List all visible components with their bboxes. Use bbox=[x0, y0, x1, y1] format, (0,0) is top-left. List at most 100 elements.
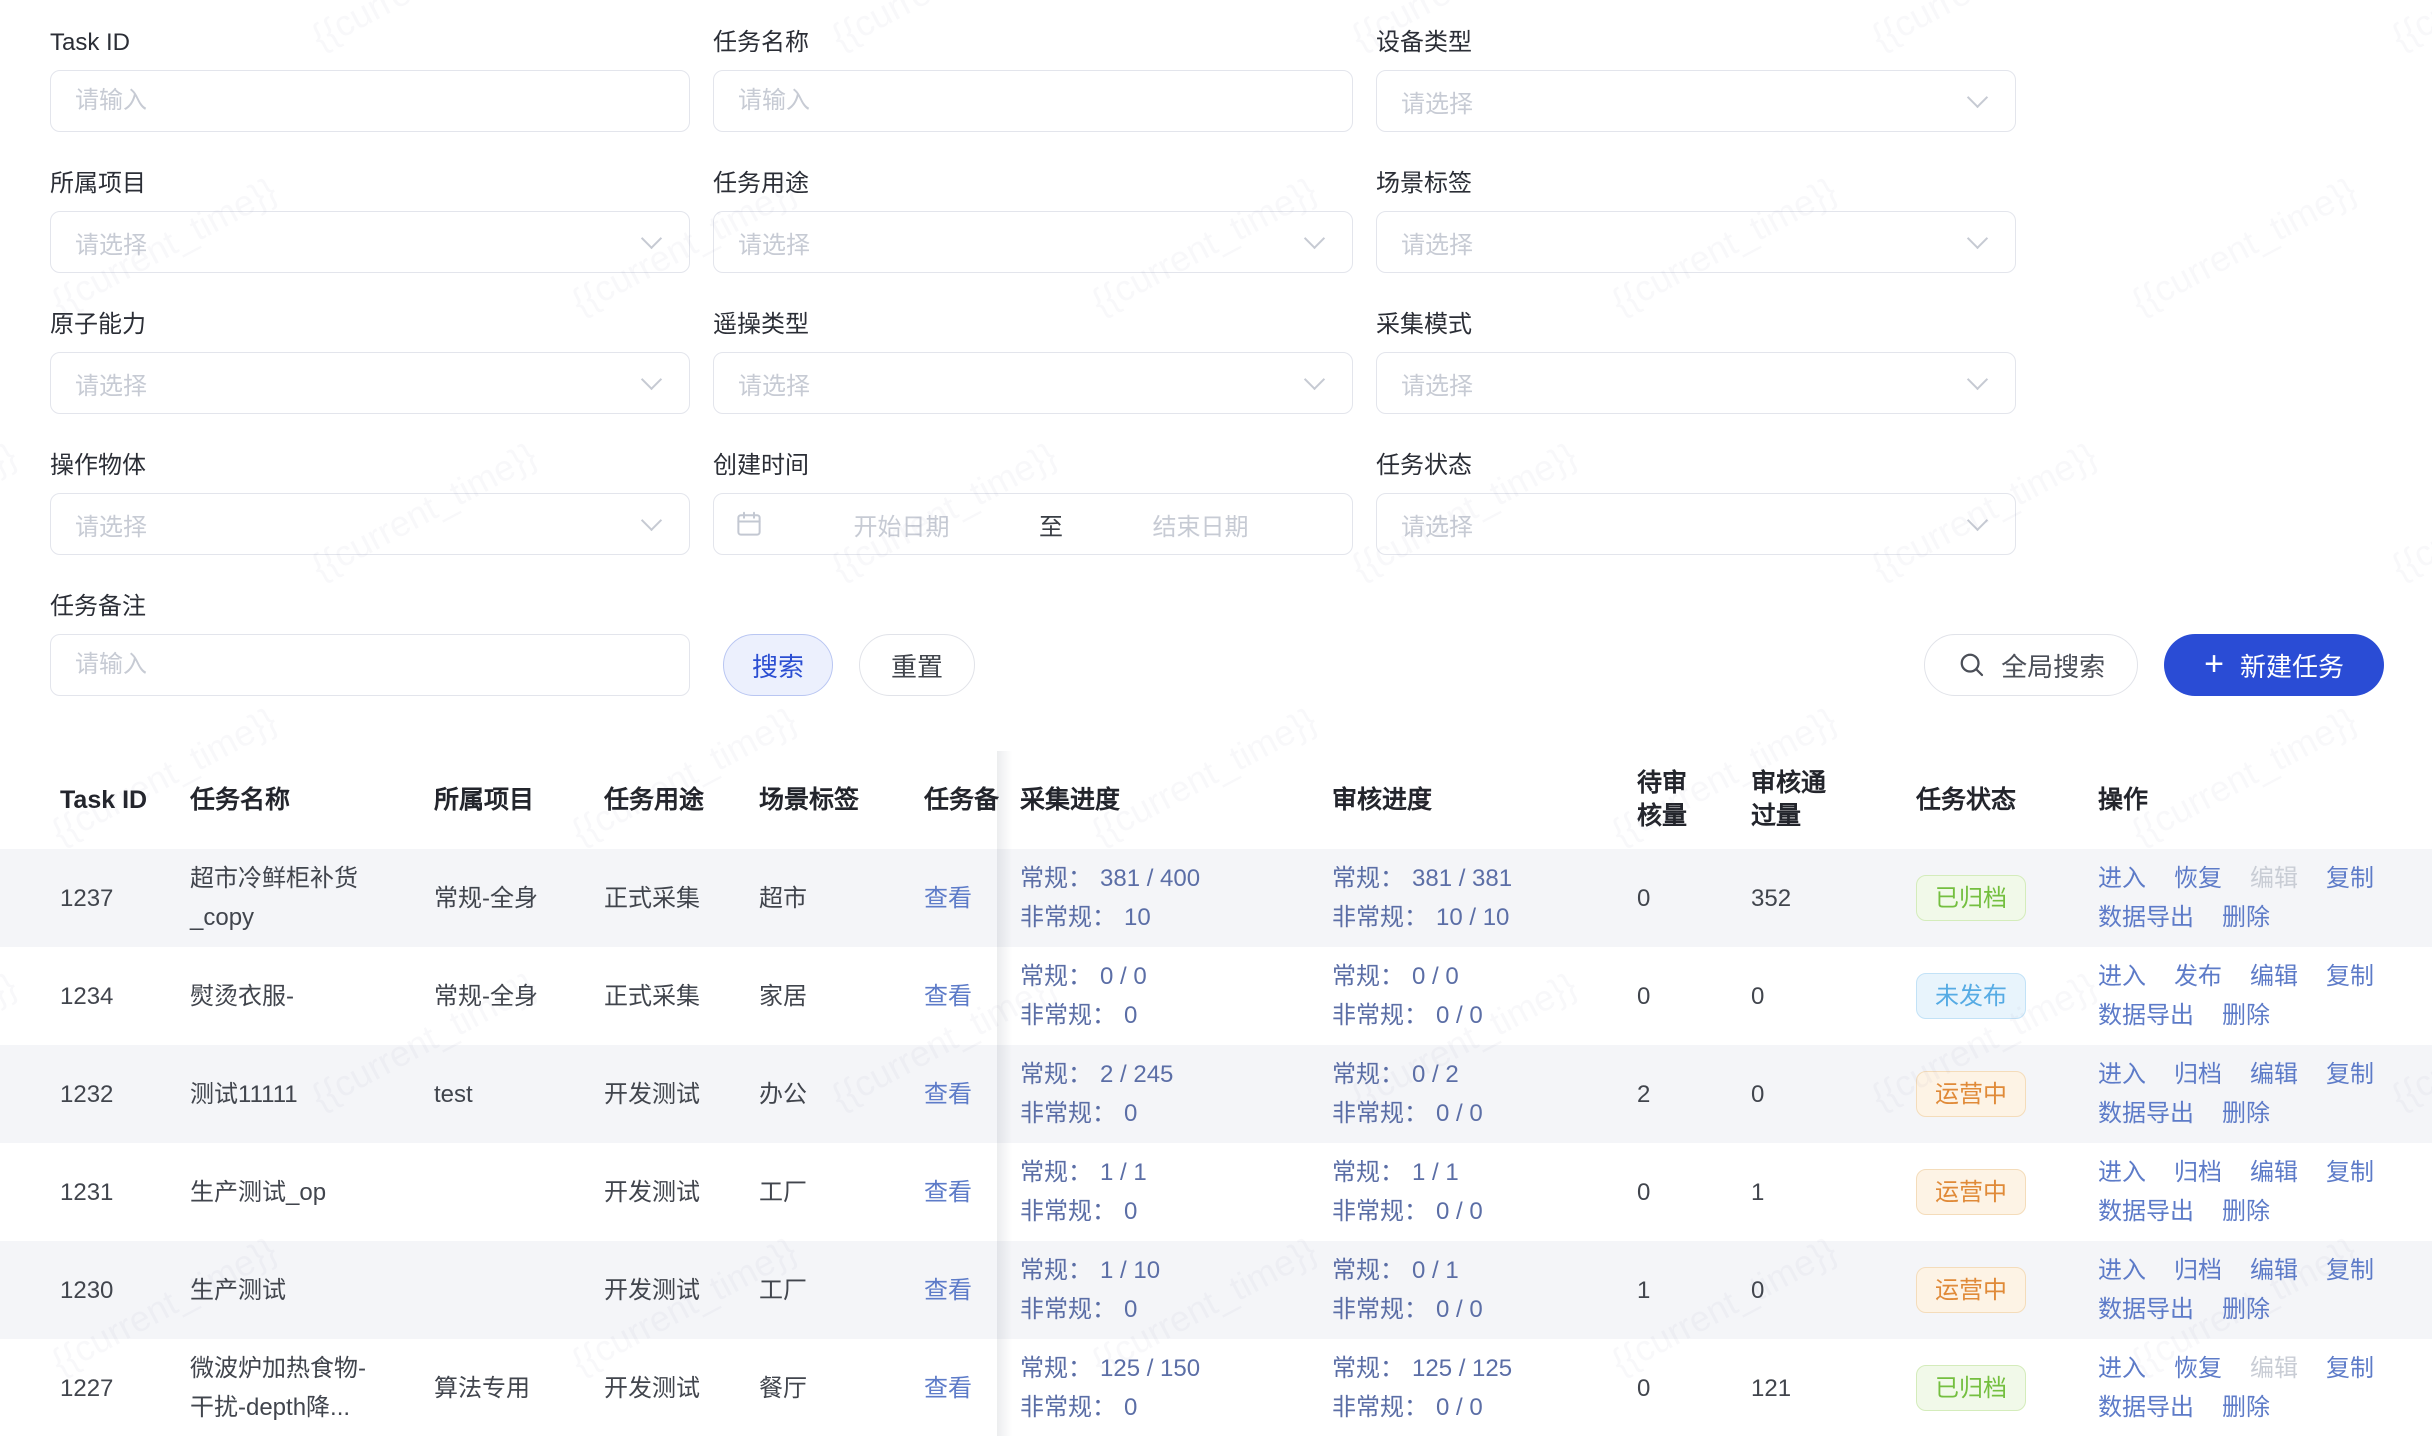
column-header-review-passed: 审核通过量 bbox=[1751, 767, 1916, 833]
progress-value: 10 bbox=[1124, 904, 1151, 931]
action-link[interactable]: 删除 bbox=[2222, 1290, 2270, 1329]
task-remark-input[interactable] bbox=[50, 634, 690, 696]
action-link[interactable]: 恢复 bbox=[2174, 859, 2222, 898]
action-link[interactable]: 数据导出 bbox=[2098, 898, 2194, 937]
scene-tag-cell: 餐厅 bbox=[759, 1369, 924, 1408]
collect-progress-cell: 常规：1 / 1非常规：0 bbox=[1020, 1153, 1332, 1231]
action-link[interactable]: 归档 bbox=[2174, 1251, 2222, 1290]
action-link[interactable]: 编辑 bbox=[2250, 1153, 2298, 1192]
action-link[interactable]: 进入 bbox=[2098, 1153, 2146, 1192]
action-link[interactable]: 删除 bbox=[2222, 1388, 2270, 1427]
action-link[interactable]: 复制 bbox=[2326, 859, 2374, 898]
global-search-button[interactable]: 全局搜索 bbox=[1924, 634, 2138, 696]
create-time-range-picker[interactable]: 开始日期 至 结束日期 bbox=[713, 493, 1353, 555]
collect-progress-cell-line: 常规：381 / 400 bbox=[1020, 859, 1332, 898]
progress-value: 0 bbox=[1124, 1002, 1137, 1029]
view-link[interactable]: 查看 bbox=[924, 1277, 972, 1304]
action-link[interactable]: 复制 bbox=[2326, 1251, 2374, 1290]
action-link[interactable]: 进入 bbox=[2098, 1349, 2146, 1388]
status-badge: 已归档 bbox=[1916, 1365, 2026, 1411]
action-link[interactable]: 编辑 bbox=[2250, 1055, 2298, 1094]
scene-tag-select[interactable]: 请选择 bbox=[1376, 211, 2016, 273]
collect-mode-select[interactable]: 请选择 bbox=[1376, 352, 2016, 414]
progress-label: 常规： bbox=[1332, 865, 1404, 892]
purpose-cell: 正式采集 bbox=[604, 879, 759, 918]
status-badge: 运营中 bbox=[1916, 1267, 2026, 1313]
task-name-cell: 生产测试_op bbox=[190, 1173, 434, 1212]
action-link[interactable]: 进入 bbox=[2098, 1251, 2146, 1290]
progress-label: 非常规： bbox=[1332, 1394, 1428, 1421]
progress-label: 常规： bbox=[1020, 1061, 1092, 1088]
action-link[interactable]: 归档 bbox=[2174, 1153, 2222, 1192]
action-link[interactable]: 数据导出 bbox=[2098, 1094, 2194, 1133]
action-link[interactable]: 删除 bbox=[2222, 898, 2270, 937]
start-date-placeholder[interactable]: 开始日期 bbox=[770, 507, 1033, 542]
review-passed-cell-text: 0 bbox=[1751, 1081, 1764, 1108]
purpose-select[interactable]: 请选择 bbox=[713, 211, 1353, 273]
action-link[interactable]: 进入 bbox=[2098, 957, 2146, 996]
task-id-input[interactable] bbox=[50, 70, 690, 132]
view-link[interactable]: 查看 bbox=[924, 1179, 972, 1206]
filter-label-task-remark: 任务备注 bbox=[50, 590, 690, 624]
progress-label: 非常规： bbox=[1020, 1002, 1116, 1029]
action-link[interactable]: 发布 bbox=[2174, 957, 2222, 996]
action-link[interactable]: 删除 bbox=[2222, 1192, 2270, 1231]
pending-review-cell: 2 bbox=[1637, 1075, 1751, 1114]
new-task-button[interactable]: + 新建任务 bbox=[2164, 634, 2384, 696]
task-name-cell-text: 生产测试_op bbox=[190, 1179, 326, 1206]
atomic-ability-select[interactable]: 请选择 bbox=[50, 352, 690, 414]
operate-object-select[interactable]: 请选择 bbox=[50, 493, 690, 555]
select-placeholder: 请选择 bbox=[75, 507, 147, 542]
end-date-placeholder[interactable]: 结束日期 bbox=[1069, 507, 1332, 542]
action-link[interactable]: 复制 bbox=[2326, 957, 2374, 996]
action-link[interactable]: 进入 bbox=[2098, 1055, 2146, 1094]
view-link[interactable]: 查看 bbox=[924, 1375, 972, 1402]
device-type-select[interactable]: 请选择 bbox=[1376, 70, 2016, 132]
progress-label: 常规： bbox=[1332, 963, 1404, 990]
reset-button[interactable]: 重置 bbox=[859, 634, 975, 696]
action-link[interactable]: 进入 bbox=[2098, 859, 2146, 898]
review-progress-cell-line: 常规：381 / 381 bbox=[1332, 859, 1637, 898]
action-link[interactable]: 恢复 bbox=[2174, 1349, 2222, 1388]
purpose-cell-text: 开发测试 bbox=[604, 1179, 700, 1206]
view-link[interactable]: 查看 bbox=[924, 885, 972, 912]
progress-value: 0 / 0 bbox=[1436, 1296, 1483, 1323]
task-name-input[interactable] bbox=[713, 70, 1353, 132]
chevron-down-icon bbox=[1967, 369, 1988, 390]
progress-label: 非常规： bbox=[1332, 1100, 1428, 1127]
table-body: 1237超市冷鲜柜补货_copy常规-全身正式采集超市查看常规：381 / 40… bbox=[0, 849, 2432, 1436]
action-link[interactable]: 数据导出 bbox=[2098, 1192, 2194, 1231]
collect-progress-cell-line: 非常规： 0 bbox=[1020, 996, 1332, 1035]
review-progress-cell: 常规：125 / 125非常规：0 / 0 bbox=[1332, 1349, 1637, 1427]
action-link[interactable]: 删除 bbox=[2222, 996, 2270, 1035]
task-status-select[interactable]: 请选择 bbox=[1376, 493, 2016, 555]
project-cell: 算法专用 bbox=[434, 1369, 604, 1408]
progress-value: 0 / 0 bbox=[1436, 1002, 1483, 1029]
status-badge: 未发布 bbox=[1916, 973, 2026, 1019]
progress-label: 常规： bbox=[1020, 1355, 1092, 1382]
action-link[interactable]: 数据导出 bbox=[2098, 1388, 2194, 1427]
action-link[interactable]: 复制 bbox=[2326, 1055, 2374, 1094]
action-link[interactable]: 编辑 bbox=[2250, 957, 2298, 996]
view-link[interactable]: 查看 bbox=[924, 983, 972, 1010]
action-link[interactable]: 归档 bbox=[2174, 1055, 2222, 1094]
column-header-purpose: 任务用途 bbox=[604, 784, 759, 817]
task-id-cell: 1232 bbox=[60, 1075, 190, 1114]
action-link[interactable]: 复制 bbox=[2326, 1153, 2374, 1192]
action-link[interactable]: 复制 bbox=[2326, 1349, 2374, 1388]
project-select[interactable]: 请选择 bbox=[50, 211, 690, 273]
purpose-cell-text: 正式采集 bbox=[604, 983, 700, 1010]
filter-field-project: 所属项目 请选择 bbox=[50, 167, 690, 273]
pending-review-cell-text: 0 bbox=[1637, 885, 1650, 912]
action-link[interactable]: 数据导出 bbox=[2098, 996, 2194, 1035]
action-link[interactable]: 编辑 bbox=[2250, 1251, 2298, 1290]
review-progress-cell: 常规：0 / 0非常规：0 / 0 bbox=[1332, 957, 1637, 1035]
teleop-type-select[interactable]: 请选择 bbox=[713, 352, 1353, 414]
pending-review-cell: 0 bbox=[1637, 879, 1751, 918]
action-link[interactable]: 数据导出 bbox=[2098, 1290, 2194, 1329]
project-cell: 常规-全身 bbox=[434, 879, 604, 918]
filter-form: Task ID 任务名称 设备类型 请选择 所属项目 请选择 任务用途 请选择 bbox=[0, 0, 2432, 555]
search-button[interactable]: 搜索 bbox=[723, 634, 833, 696]
view-link[interactable]: 查看 bbox=[924, 1081, 972, 1108]
action-link[interactable]: 删除 bbox=[2222, 1094, 2270, 1133]
